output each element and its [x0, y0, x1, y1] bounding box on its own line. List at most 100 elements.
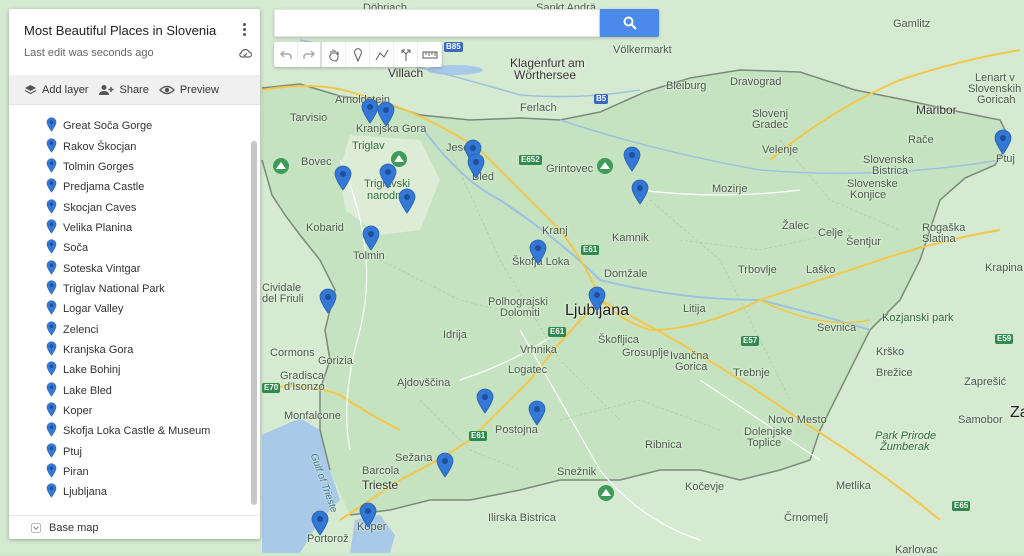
place-name: Piran	[63, 466, 89, 479]
list-item[interactable]: Rakov Škocjan	[9, 136, 249, 156]
place-marker-icon	[46, 300, 57, 318]
list-item[interactable]: Zelenci	[9, 319, 249, 339]
draw-line-button[interactable]	[370, 42, 394, 67]
label-slovenj-gradec-2: Gradec	[752, 119, 789, 131]
measure-button[interactable]	[418, 42, 442, 67]
road-shield-e70: E70	[262, 383, 281, 393]
map-place-marker[interactable]	[994, 129, 1012, 155]
place-name: Lake Bohinj	[63, 364, 121, 377]
label-zapresic: Zaprešić	[964, 376, 1007, 388]
label-sevnica: Sevnica	[817, 322, 857, 334]
list-item[interactable]: Soča	[9, 238, 249, 258]
map-place-marker[interactable]	[476, 388, 494, 414]
place-name: Lake Bled	[63, 384, 112, 397]
place-name: Soča	[63, 242, 89, 255]
place-name: Tolmin Gorges	[63, 160, 134, 173]
map-place-marker[interactable]	[319, 288, 337, 314]
map-title[interactable]: Most Beautiful Places in Slovenia	[24, 23, 260, 38]
list-item[interactable]: Kranjska Gora	[9, 340, 249, 360]
list-item[interactable]: Predjama Castle	[9, 177, 249, 197]
place-name: Zelenci	[63, 323, 99, 336]
map-place-marker[interactable]	[528, 400, 546, 426]
label-gorizia: Gorizia	[318, 355, 353, 367]
label-tolmin: Tolmin	[353, 250, 385, 262]
place-name: Predjama Castle	[63, 181, 145, 194]
place-marker-icon	[46, 443, 57, 461]
road-shield-e61-a: E61	[581, 245, 600, 255]
undo-button[interactable]	[274, 42, 298, 67]
label-brezice: Brežice	[876, 367, 913, 379]
map-place-marker[interactable]	[623, 146, 641, 172]
label-trbovlje: Trbovlje	[738, 264, 777, 276]
list-item[interactable]: Skocjan Caves	[9, 197, 249, 217]
add-layer-button[interactable]: Add layer	[24, 84, 88, 96]
map-place-marker[interactable]	[377, 101, 395, 127]
label-barcola: Barcola	[362, 465, 400, 477]
search-button[interactable]	[600, 9, 659, 37]
label-samobor: Samobor	[958, 414, 1003, 426]
place-marker-icon	[46, 239, 57, 257]
label-race: Rače	[908, 134, 934, 146]
redo-button[interactable]	[298, 42, 322, 67]
directions-button[interactable]	[394, 42, 418, 67]
map-place-marker[interactable]	[379, 163, 397, 189]
road-shield-e61-b: E61	[548, 327, 567, 337]
place-name: Soteska Vintgar	[63, 262, 141, 275]
label-litija: Litija	[683, 303, 706, 315]
label-triglav: Triglav	[352, 140, 385, 152]
list-item[interactable]: Piran	[9, 462, 249, 482]
place-name: Kranjska Gora	[63, 343, 134, 356]
pan-hand-button[interactable]	[322, 42, 346, 67]
list-item[interactable]: Soteska Vintgar	[9, 258, 249, 278]
map-place-marker[interactable]	[436, 452, 454, 478]
mountain-icon[interactable]	[598, 485, 614, 501]
list-item[interactable]: Velika Planina	[9, 218, 249, 238]
search-box[interactable]	[274, 9, 600, 37]
place-marker-icon	[46, 198, 57, 217]
places-list-scrollbar[interactable]	[251, 141, 257, 505]
chevron-down-icon[interactable]	[31, 522, 41, 533]
list-item[interactable]: Ljubljana	[9, 482, 249, 502]
label-sneznik: Snežnik	[557, 466, 597, 478]
map-place-marker[interactable]	[398, 188, 416, 214]
label-trieste: Trieste	[362, 478, 399, 492]
map-place-marker[interactable]	[311, 510, 329, 536]
place-marker-icon	[46, 321, 57, 339]
map-place-marker[interactable]	[334, 165, 352, 191]
mountain-icon[interactable]	[597, 158, 613, 174]
map-place-marker[interactable]	[467, 153, 485, 179]
list-item[interactable]: Tolmin Gorges	[9, 157, 249, 177]
list-item[interactable]: Skofja Loka Castle & Museum	[9, 421, 249, 441]
road-shield-b5: B5	[594, 94, 609, 104]
place-marker-icon	[46, 158, 57, 176]
add-marker-button[interactable]	[346, 42, 370, 67]
preview-button[interactable]: Preview	[158, 84, 219, 96]
label-mozirje: Mozirje	[712, 183, 748, 195]
share-button[interactable]: Share	[98, 84, 149, 96]
map-place-marker[interactable]	[631, 179, 649, 205]
label-maribor: Maribor	[916, 103, 957, 117]
place-marker-icon	[46, 137, 57, 156]
place-marker-icon	[46, 483, 57, 501]
map-place-marker[interactable]	[362, 225, 380, 251]
label-krapina: Krapina	[985, 262, 1023, 274]
place-name: Ptuj	[63, 445, 82, 458]
list-item[interactable]: Triglav National Park	[9, 279, 249, 299]
list-item[interactable]: Logar Valley	[9, 299, 249, 319]
search-input[interactable]	[275, 10, 599, 36]
ruler-icon	[421, 50, 438, 59]
label-trebnje: Trebnje	[733, 367, 770, 379]
list-item[interactable]: Koper	[9, 401, 249, 421]
map-place-marker[interactable]	[588, 286, 606, 312]
base-map-section[interactable]: Base map	[9, 515, 260, 539]
label-villach: Villach	[388, 66, 424, 80]
directions-icon	[400, 48, 411, 61]
list-item[interactable]: Lake Bohinj	[9, 360, 249, 380]
list-item[interactable]: Ptuj	[9, 442, 249, 462]
list-item[interactable]: Lake Bled	[9, 380, 249, 400]
map-place-marker[interactable]	[359, 502, 377, 528]
map-place-marker[interactable]	[529, 239, 547, 265]
list-item[interactable]: Great Soča Gorge	[9, 116, 249, 136]
more-options-button[interactable]	[238, 23, 250, 39]
mountain-icon[interactable]	[273, 158, 289, 174]
